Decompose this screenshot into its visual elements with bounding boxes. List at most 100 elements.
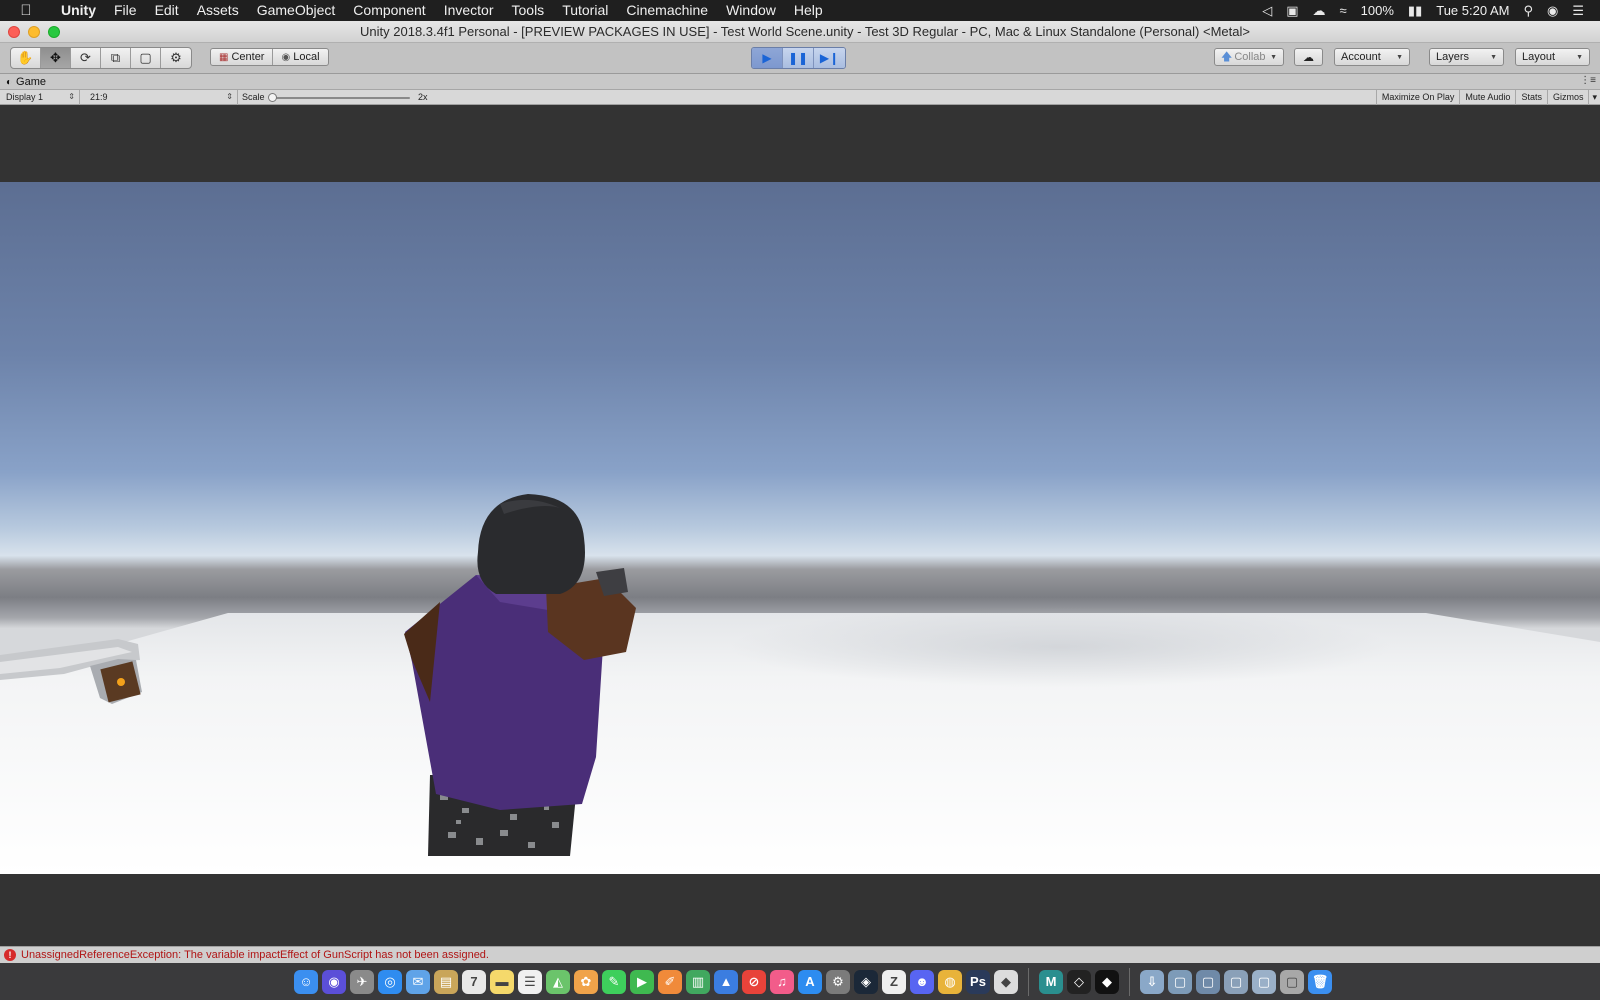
- menu-assets[interactable]: Assets: [188, 0, 248, 21]
- close-window-button[interactable]: [8, 25, 20, 38]
- rect-tool-icon[interactable]: ▢: [131, 48, 161, 68]
- stickies-icon[interactable]: ▬: [490, 969, 514, 994]
- chrome-icon[interactable]: ◍: [938, 969, 962, 994]
- transform-tool-icon[interactable]: ⚙: [161, 48, 191, 68]
- safari-icon[interactable]: ◎: [378, 969, 402, 994]
- dock-separator: [1129, 967, 1130, 996]
- menu-gameobject[interactable]: GameObject: [248, 0, 345, 21]
- system-preferences-icon[interactable]: ⚙: [826, 969, 850, 994]
- game-viewport[interactable]: [0, 182, 1600, 874]
- siri-icon[interactable]: ◉: [322, 969, 346, 994]
- menu-file[interactable]: File: [105, 0, 146, 21]
- panel-menu-icon[interactable]: ⋮≡: [1580, 74, 1596, 88]
- photoshop-icon[interactable]: Ps: [966, 969, 990, 994]
- clock[interactable]: Tue 5:20 AM: [1436, 3, 1509, 18]
- spotlight-search-icon[interactable]: ⚲: [1523, 3, 1533, 19]
- layers-dropdown[interactable]: Layers ▼: [1429, 48, 1504, 66]
- apple-menu-icon[interactable]: : [0, 2, 52, 19]
- messages-icon[interactable]: ✎: [602, 969, 626, 994]
- trash-icon[interactable]: 🗑: [1308, 969, 1332, 994]
- tab-game[interactable]: ◐ Game: [6, 74, 46, 90]
- music-icon[interactable]: ♫: [770, 969, 794, 994]
- account-dropdown[interactable]: Account ▼: [1334, 48, 1410, 66]
- discord-icon[interactable]: ☻: [910, 969, 934, 994]
- zbrush-icon[interactable]: Z: [882, 969, 906, 994]
- window-controls: [0, 25, 60, 38]
- app-store-icon[interactable]: A: [798, 969, 822, 994]
- minimize-window-button[interactable]: [28, 25, 40, 38]
- stats-toggle[interactable]: Stats: [1515, 90, 1547, 105]
- chevron-down-icon: ▼: [1396, 53, 1403, 61]
- scale-tool-icon[interactable]: ⧉: [101, 48, 131, 68]
- keynote-icon[interactable]: ▲: [714, 969, 738, 994]
- maps-icon[interactable]: ◭: [546, 969, 570, 994]
- menu-window[interactable]: Window: [717, 0, 785, 21]
- unity-icon[interactable]: ◆: [1095, 969, 1119, 994]
- notification-center-icon[interactable]: ☰: [1572, 3, 1584, 19]
- launchpad-icon[interactable]: ✈: [350, 969, 374, 994]
- menu-cinemachine[interactable]: Cinemachine: [617, 0, 717, 21]
- folder-icon-5[interactable]: ▢: [1280, 969, 1304, 994]
- numbers-icon[interactable]: ▥: [686, 969, 710, 994]
- console-status-bar[interactable]: ! UnassignedReferenceException: The vari…: [0, 946, 1600, 963]
- folder-icon[interactable]: ▢: [1168, 969, 1192, 994]
- battery-icon[interactable]: ▮▮: [1408, 3, 1422, 19]
- folder-icon-2[interactable]: ▢: [1196, 969, 1220, 994]
- creative-cloud-icon[interactable]: ☁: [1313, 3, 1326, 19]
- move-tool-icon[interactable]: ✥: [41, 48, 71, 68]
- siri-menu-icon[interactable]: ◉: [1547, 3, 1558, 19]
- calendar-icon[interactable]: 7: [462, 969, 486, 994]
- downloads-icon[interactable]: ⇩: [1140, 969, 1164, 994]
- layout-dropdown[interactable]: Layout ▼: [1515, 48, 1590, 66]
- pivot-mode-button[interactable]: ▦ Center: [211, 49, 274, 65]
- aspect-dropdown[interactable]: 21:9 ⇕: [84, 90, 238, 105]
- step-button[interactable]: ▶❙: [814, 48, 845, 68]
- maya-icon[interactable]: M: [1039, 969, 1063, 994]
- pivot-space-button[interactable]: ◉ Local: [273, 49, 327, 65]
- pause-button[interactable]: ❚❚: [783, 48, 814, 68]
- scale-slider-track[interactable]: [272, 97, 410, 99]
- game-view: [0, 105, 1600, 946]
- facetime-icon[interactable]: ▶: [630, 969, 654, 994]
- menu-invector[interactable]: Invector: [435, 0, 503, 21]
- wifi-icon[interactable]: ≈: [1340, 3, 1347, 18]
- display-icon[interactable]: ▣: [1286, 3, 1298, 19]
- photos-icon[interactable]: ✿: [574, 969, 598, 994]
- reminders-icon[interactable]: ☰: [518, 969, 542, 994]
- steam-icon[interactable]: ◈: [854, 969, 878, 994]
- vsc-icon[interactable]: ◁: [1262, 3, 1272, 19]
- chevron-down-icon: ▼: [1490, 53, 1497, 61]
- folder-icon-4[interactable]: ▢: [1252, 969, 1276, 994]
- menu-tools[interactable]: Tools: [503, 0, 554, 21]
- menu-component[interactable]: Component: [344, 0, 434, 21]
- hand-tool-icon[interactable]: ✋: [11, 48, 41, 68]
- play-button[interactable]: ▶: [752, 48, 783, 68]
- mute-audio-toggle[interactable]: Mute Audio: [1459, 90, 1515, 105]
- collab-dropdown[interactable]: 🡅 Collab ▼: [1214, 48, 1284, 66]
- display-dropdown[interactable]: Display 1 ⇕: [0, 90, 80, 105]
- finder-icon[interactable]: ☺: [294, 969, 318, 994]
- notes-icon[interactable]: ▤: [434, 969, 458, 994]
- cloud-icon: ☁: [1303, 51, 1314, 64]
- menu-edit[interactable]: Edit: [146, 0, 188, 21]
- unity-hub-icon[interactable]: ◇: [1067, 969, 1091, 994]
- maximize-on-play-toggle[interactable]: Maximize On Play: [1375, 90, 1460, 105]
- cloud-button[interactable]: ☁: [1294, 48, 1323, 66]
- console-error-message[interactable]: UnassignedReferenceException: The variab…: [21, 949, 489, 961]
- scale-label: Scale: [242, 92, 265, 102]
- gizmos-dropdown-icon[interactable]: ▾: [1588, 90, 1600, 105]
- macos-dock: ☺ ◉ ✈ ◎ ✉ ▤ 7 ▬ ☰ ◭ ✿ ✎ ▶ ✐ ▥ ▲ ⊘ ♫ A ⚙ ◈ Z ☻ ◍ Ps ◆ M ◇ ◆ ⇩ ▢ ▢ ▢ ▢ ▢ 🗑: [0, 963, 1600, 1000]
- gizmos-toggle[interactable]: Gizmos: [1546, 90, 1589, 105]
- menu-help[interactable]: Help: [785, 0, 832, 21]
- menu-unity[interactable]: Unity: [52, 0, 105, 21]
- roblox-icon[interactable]: ◆: [994, 969, 1018, 994]
- news-icon[interactable]: ⊘: [742, 969, 766, 994]
- zoom-window-button[interactable]: [48, 25, 60, 38]
- menu-tutorial[interactable]: Tutorial: [553, 0, 617, 21]
- pages-icon[interactable]: ✐: [658, 969, 682, 994]
- mail-icon[interactable]: ✉: [406, 969, 430, 994]
- rotate-tool-icon[interactable]: ⟳: [71, 48, 101, 68]
- scale-slider-handle[interactable]: [268, 93, 277, 102]
- folder-icon-3[interactable]: ▢: [1224, 969, 1248, 994]
- game-scene: [0, 494, 1600, 874]
